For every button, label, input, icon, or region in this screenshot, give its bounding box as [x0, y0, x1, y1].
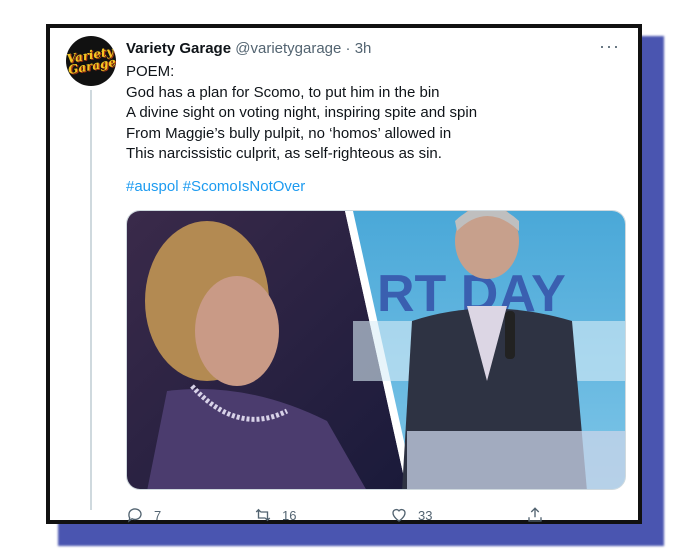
action-bar: 7 16 33: [126, 506, 556, 526]
thread-line: [90, 90, 92, 510]
media-image[interactable]: RT DAY: [126, 210, 626, 490]
hashtags: #auspol #ScomoIsNotOver: [126, 178, 305, 195]
tweet-header: Variety Garage @varietygarage · 3h: [126, 40, 371, 57]
avatar[interactable]: Variety Garage: [66, 36, 116, 86]
poem-line-3: From Maggie’s bully pulpit, no ‘homos’ a…: [126, 124, 452, 142]
retweet-icon: [255, 508, 271, 522]
reply-count: 7: [154, 507, 162, 523]
handle[interactable]: @varietygarage: [235, 40, 341, 57]
poem-line-1: God has a plan for Scomo, to put him in …: [126, 83, 440, 101]
more-icon[interactable]: ···: [599, 36, 620, 57]
poem-line-2: A divine sight on voting night, inspirin…: [126, 104, 478, 121]
like-count: 33: [418, 507, 433, 523]
retweet-button[interactable]: 16: [254, 506, 296, 524]
tweet-card: Variety Garage Variety Garage @varietyga…: [46, 24, 642, 524]
separator: ·: [345, 40, 351, 57]
display-name[interactable]: Variety Garage: [126, 40, 231, 57]
retweet-count: 16: [282, 507, 297, 523]
microphone: [505, 311, 515, 359]
hashtag-scomoisnotover[interactable]: #ScomoIsNotOver: [183, 178, 306, 195]
share-icon: [528, 507, 542, 522]
share-button[interactable]: [526, 506, 544, 524]
poem-line-4: This narcissistic culprit, as self-right…: [126, 145, 442, 162]
reply-icon: [127, 508, 142, 523]
tweet-text: POEM: God has a plan for Scomo, to put h…: [126, 62, 477, 165]
reply-button[interactable]: 7: [126, 506, 161, 524]
hashtag-auspol[interactable]: #auspol: [126, 178, 179, 195]
lectern: [407, 431, 625, 489]
like-button[interactable]: 33: [390, 506, 432, 524]
avatar-logo: Variety Garage: [66, 44, 116, 77]
like-icon: [392, 508, 406, 522]
woman-face: [195, 276, 279, 386]
media-illustration: RT DAY: [127, 211, 625, 489]
timestamp[interactable]: 3h: [355, 40, 372, 57]
poem-title: POEM:: [126, 63, 175, 80]
